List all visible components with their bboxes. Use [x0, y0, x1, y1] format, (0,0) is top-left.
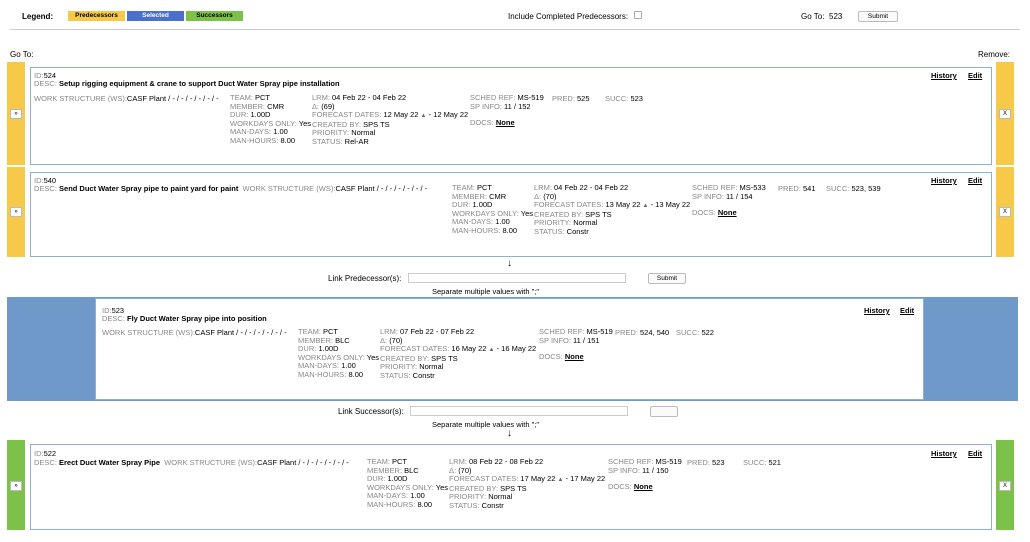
succ-522-right-bar: X	[996, 440, 1014, 530]
succ-value: 521	[768, 458, 781, 467]
history-link[interactable]: History	[931, 449, 957, 458]
history-link[interactable]: History	[931, 176, 957, 185]
pred-value: 525	[577, 94, 590, 103]
link-predecessor-submit-button[interactable]: Submit	[648, 273, 686, 284]
pred-524-right-bar: X	[996, 62, 1014, 165]
legend-selected: Selected	[127, 11, 184, 21]
edit-link[interactable]: Edit	[968, 176, 982, 185]
link-successor-input[interactable]	[410, 406, 628, 416]
history-link[interactable]: History	[864, 306, 890, 315]
task-card-540: ID:540 DESC: Send Duct Water Spray pipe …	[30, 172, 992, 257]
task-card-524: ID:524 DESC: Setup rigging equipment & c…	[30, 67, 992, 165]
arrow-down-icon: ↓	[507, 258, 512, 269]
docs-link[interactable]: None	[718, 208, 737, 217]
lrm-block: LRM: 04 Feb 22 - 04 Feb 22 Δ: (70) FOREC…	[534, 183, 691, 236]
legend-title: Legend:	[22, 12, 54, 21]
link-predecessor-input[interactable]	[408, 273, 626, 283]
succ-label: SUCC:	[605, 94, 629, 103]
link-successor-submit-button[interactable]	[650, 406, 678, 417]
edit-link[interactable]: Edit	[968, 71, 982, 80]
sched-block: SCHED REF: MS-519 SP INFO: 11 / 151	[539, 327, 613, 345]
remove-522-button[interactable]: X	[999, 481, 1011, 491]
goto-524-button[interactable]: »	[10, 109, 22, 119]
task-desc: Fly Duct Water Spray pipe into position	[127, 314, 267, 323]
divider	[10, 29, 1020, 30]
pred-value: 523	[712, 458, 725, 467]
remove-540-button[interactable]: X	[999, 207, 1011, 217]
task-desc: Send Duct Water Spray pipe to paint yard…	[59, 184, 239, 193]
sched-block: SCHED REF: MS-519 SP INFO: 11 / 150	[608, 457, 682, 475]
lrm-block: LRM: 08 Feb 22 - 08 Feb 22 Δ: (70) FOREC…	[449, 457, 606, 510]
task-id: 522	[43, 449, 57, 458]
team-block: TEAM: PCT MEMBER: CMR DUR: 1.00D WORKDAY…	[452, 183, 534, 235]
ws-value: CASF Plant / - / - / - / - / - / -	[126, 94, 219, 103]
ws-value: CASF Plant / - / - / - / - / - / -	[257, 458, 349, 467]
pred-540-right-bar: X	[996, 167, 1014, 257]
succ-value: 523	[630, 94, 643, 103]
edit-link[interactable]: Edit	[900, 306, 914, 315]
pred-524-left-bar: »	[7, 62, 25, 165]
docs-link[interactable]: None	[634, 482, 653, 491]
task-desc: Erect Duct Water Spray Pipe	[59, 458, 161, 467]
desc-label: DESC:	[34, 79, 57, 88]
task-card-522: ID:522 DESC: Erect Duct Water Spray Pipe…	[30, 444, 992, 530]
edit-link[interactable]: Edit	[968, 449, 982, 458]
sched-block: SCHED REF: MS-519 SP INFO: 11 / 152	[470, 93, 544, 111]
team-block: TEAM: PCT MEMBER: BLC DUR: 1.00D WORKDAY…	[298, 327, 380, 379]
link-successor-hint: Separate multiple values with ";"	[432, 420, 540, 429]
lrm-block: LRM: 04 Feb 22 - 04 Feb 22 Δ: (69) FOREC…	[312, 93, 469, 146]
pred-540-left-bar: »	[7, 167, 25, 257]
arrow-down-icon: ↓	[507, 428, 512, 439]
remove-524-button[interactable]: X	[999, 109, 1011, 119]
link-predecessor-hint: Separate multiple values with ";"	[432, 287, 540, 296]
succ-value: 522	[701, 328, 714, 337]
lrm-block: LRM: 07 Feb 22 - 07 Feb 22 Δ: (70) FOREC…	[380, 327, 537, 380]
docs-label: DOCS:	[470, 118, 494, 127]
include-completed-checkbox[interactable]	[634, 11, 642, 19]
legend-bar: Legend: Predecessors Selected Successors…	[0, 0, 1030, 30]
sched-block: SCHED REF: MS-533 SP INFO: 11 / 154	[692, 183, 766, 201]
link-predecessor-label: Link Predecessor(s):	[328, 274, 402, 283]
history-link[interactable]: History	[931, 71, 957, 80]
pred-value: 541	[803, 184, 816, 193]
task-desc: Setup rigging equipment & crane to suppo…	[59, 79, 340, 88]
succ-value: 523, 539	[851, 184, 881, 193]
goto-column-label: Go To:	[10, 50, 34, 59]
docs-link[interactable]: None	[565, 352, 584, 361]
team-block: TEAM: PCT MEMBER: BLC DUR: 1.00D WORKDAY…	[367, 457, 449, 509]
docs-link[interactable]: None	[496, 118, 515, 127]
task-card-523: ID:523 DESC: Fly Duct Water Spray pipe i…	[95, 298, 924, 400]
pred-value: 524, 540	[640, 328, 670, 337]
team-block: TEAM: PCT MEMBER: CMR DUR: 1.00D WORKDAY…	[230, 93, 312, 145]
remove-column-label: Remove:	[978, 50, 1011, 59]
goto-input[interactable]: 523	[829, 12, 842, 21]
include-completed-label: Include Completed Predecessors:	[508, 12, 629, 21]
ws-value: CASF Plant / - / - / - / - / - / -	[335, 184, 428, 193]
goto-540-button[interactable]: »	[10, 207, 22, 217]
legend-predecessors: Predecessors	[68, 11, 125, 21]
goto-522-button[interactable]: »	[10, 481, 22, 491]
ws-label: WORK STRUCTURE (WS):	[34, 94, 127, 103]
pred-label: PRED:	[552, 94, 575, 103]
goto-submit-button[interactable]: Submit	[858, 11, 898, 22]
ws-value: CASF Plant / - / - / - / - / - / -	[194, 328, 287, 337]
goto-label: Go To:	[801, 12, 825, 21]
legend-successors: Successors	[186, 11, 243, 21]
link-successor-label: Link Successor(s):	[338, 407, 404, 416]
succ-522-left-bar: »	[7, 440, 25, 530]
